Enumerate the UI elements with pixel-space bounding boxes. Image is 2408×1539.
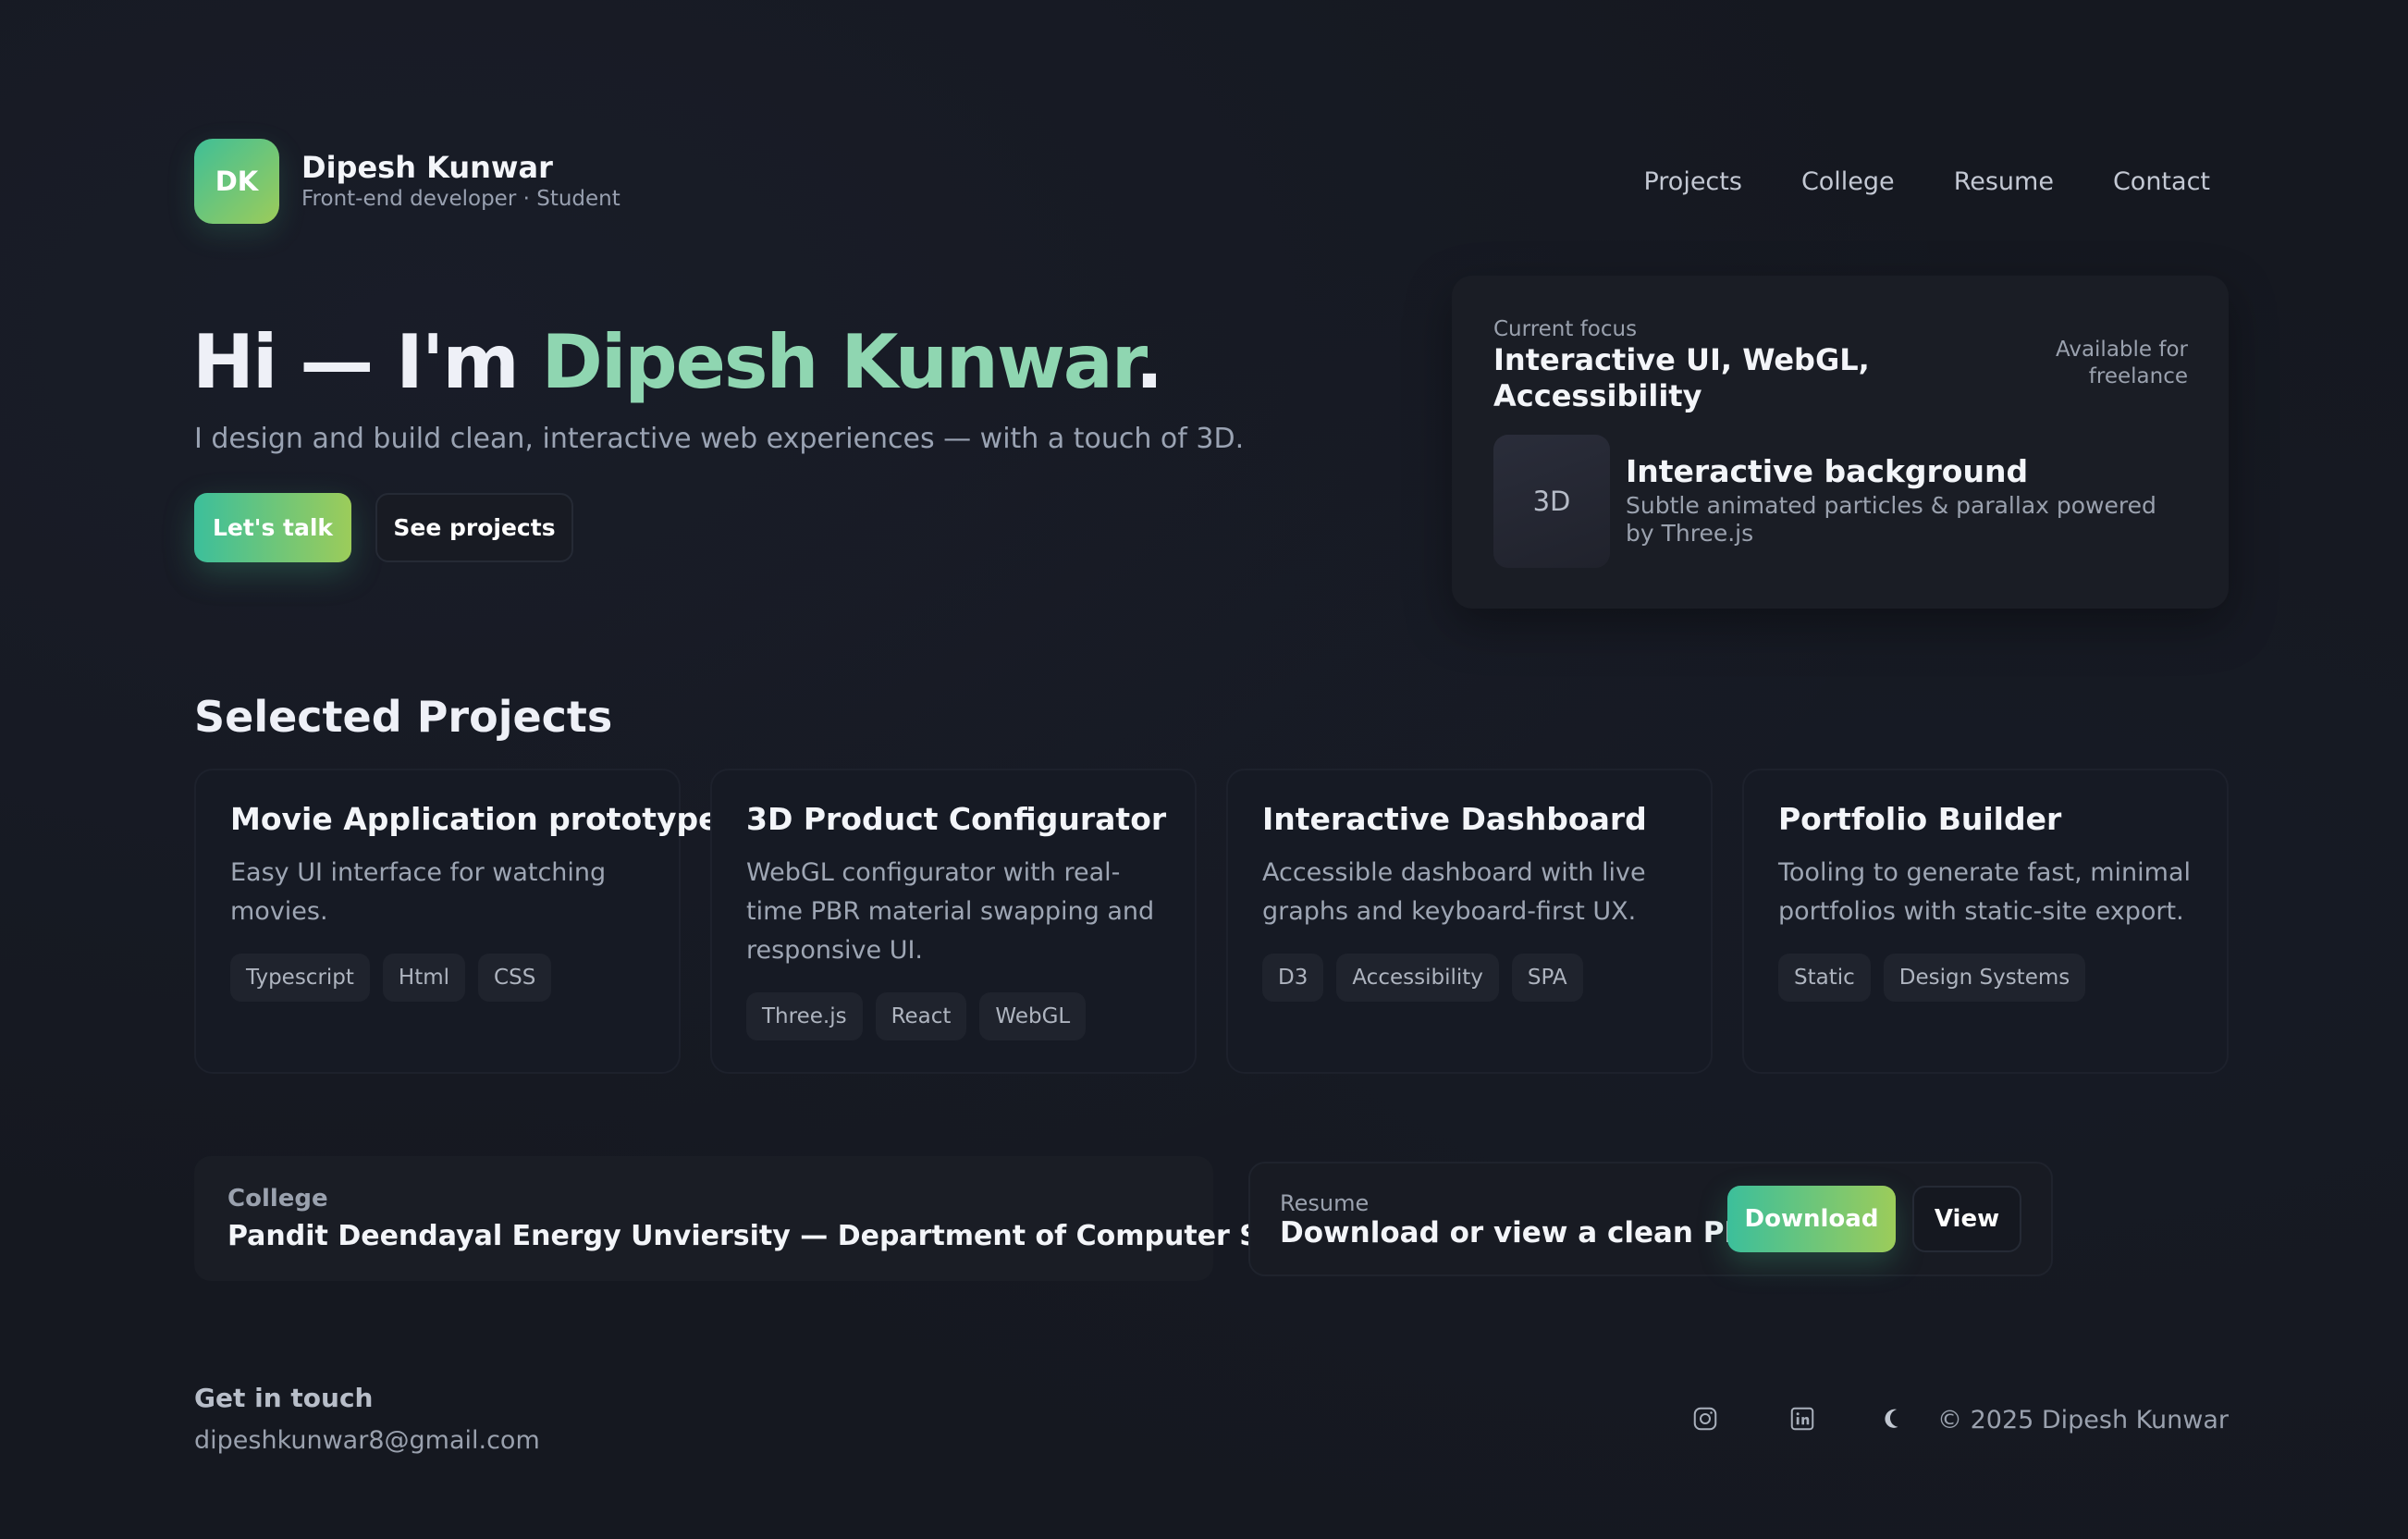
focus-card: Current focus Interactive UI, WebGL, Acc… bbox=[1452, 276, 2229, 609]
focus-label: Current focus bbox=[1493, 317, 1638, 341]
project-description: Easy UI interface for watching movies. bbox=[230, 858, 607, 926]
tag: Html bbox=[382, 954, 466, 1002]
nav-projects[interactable]: Projects bbox=[1643, 165, 1741, 200]
nav-college[interactable]: College bbox=[1801, 165, 1895, 200]
copyright: © 2025 Dipesh Kunwar bbox=[1937, 1406, 2229, 1434]
project-card-movie-app[interactable]: Movie Application prototype Easy UI inte… bbox=[194, 769, 719, 1074]
project-tags: D3 Accessibility SPA bbox=[1262, 954, 1596, 1002]
project-card-3d-configurator[interactable]: 3D Product Configurator WebGL configurat… bbox=[710, 769, 1197, 1074]
see-projects-button[interactable]: See projects bbox=[375, 493, 573, 562]
feature-description: Subtle animated particles & parallax pow… bbox=[1626, 492, 2156, 547]
project-card-dashboard[interactable]: Interactive Dashboard Accessible dashboa… bbox=[1226, 769, 1713, 1074]
brand[interactable]: DK Dipesh Kunwar Front-end developer · S… bbox=[194, 139, 620, 224]
tag: Accessibility bbox=[1336, 954, 1499, 1002]
tag: Typescript bbox=[230, 954, 370, 1002]
tag: React bbox=[875, 992, 967, 1040]
project-tags: Typescript Html CSS bbox=[230, 954, 564, 1002]
contact-heading: Get in touch bbox=[194, 1383, 374, 1413]
instagram-icon[interactable] bbox=[1689, 1402, 1722, 1435]
hero-title: Hi — I'm Dipesh Kunwar. bbox=[192, 316, 1163, 409]
availability-note: Available for freelance bbox=[2055, 338, 2188, 388]
project-tags: Three.js React WebGL bbox=[746, 992, 1099, 1040]
college-label: College bbox=[227, 1185, 328, 1213]
main-nav: Projects College Resume Contact bbox=[1584, 165, 2210, 200]
linkedin-icon[interactable] bbox=[1786, 1402, 1819, 1435]
project-tags: Static Design Systems bbox=[1778, 954, 2098, 1002]
download-button[interactable]: Download bbox=[1727, 1186, 1896, 1252]
nav-contact[interactable]: Contact bbox=[2113, 165, 2210, 200]
resume-label: Resume bbox=[1280, 1190, 1370, 1216]
brand-text: Dipesh Kunwar Front-end developer · Stud… bbox=[301, 150, 620, 213]
logo-badge: DK bbox=[194, 139, 279, 224]
tag: SPA bbox=[1511, 954, 1583, 1002]
nav-resume[interactable]: Resume bbox=[1954, 165, 2054, 200]
tag: Three.js bbox=[746, 992, 863, 1040]
tag: CSS bbox=[478, 954, 552, 1002]
hero-subtitle: I design and build clean, interactive we… bbox=[194, 423, 1245, 455]
tag: Static bbox=[1778, 954, 1871, 1002]
tag: D3 bbox=[1262, 954, 1324, 1002]
tag: Design Systems bbox=[1883, 954, 2086, 1002]
resume-card: Resume Download or view a clean PDF Down… bbox=[1248, 1162, 2053, 1276]
tag: WebGL bbox=[979, 992, 1087, 1040]
project-title: 3D Product Configurator bbox=[746, 801, 1167, 837]
project-title: Portfolio Builder bbox=[1778, 801, 2062, 837]
resume-title: Download or view a clean PDF bbox=[1280, 1216, 1768, 1250]
project-card-portfolio-builder[interactable]: Portfolio Builder Tooling to generate fa… bbox=[1742, 769, 2229, 1074]
brand-name: Dipesh Kunwar bbox=[301, 150, 553, 185]
hero-greeting: Hi — I'm bbox=[192, 319, 542, 405]
lets-talk-button[interactable]: Let's talk bbox=[194, 493, 351, 562]
project-description: Tooling to generate fast, minimal portfo… bbox=[1778, 858, 2192, 926]
hero-name: Dipesh Kunwar bbox=[541, 319, 1137, 405]
project-description: Accessible dashboard with live graphs an… bbox=[1262, 858, 1646, 926]
college-card: College Pandit Deendayal Energy Unviersi… bbox=[194, 1156, 1359, 1281]
feature-title: Interactive background bbox=[1626, 453, 2029, 489]
portfolio-page: DK Dipesh Kunwar Front-end developer · S… bbox=[0, 0, 2408, 1539]
view-button[interactable]: View bbox=[1912, 1186, 2021, 1252]
project-title: Interactive Dashboard bbox=[1262, 801, 1647, 837]
hero-period: . bbox=[1135, 319, 1163, 405]
brand-tagline: Front-end developer · Student bbox=[301, 187, 620, 211]
moon-icon[interactable] bbox=[1877, 1402, 1910, 1435]
college-name: Pandit Deendayal Energy Unviersity — Dep… bbox=[227, 1220, 1359, 1252]
focus-title: Interactive UI, WebGL, Accessibility bbox=[1493, 342, 1870, 413]
3d-badge: 3D bbox=[1493, 435, 1610, 568]
project-title: Movie Application prototype bbox=[230, 801, 719, 837]
projects-heading: Selected Projects bbox=[194, 692, 613, 742]
email-link[interactable]: dipeshkunwar8@gmail.com bbox=[194, 1424, 540, 1458]
project-description: WebGL configurator with real-time PBR ma… bbox=[746, 858, 1155, 965]
